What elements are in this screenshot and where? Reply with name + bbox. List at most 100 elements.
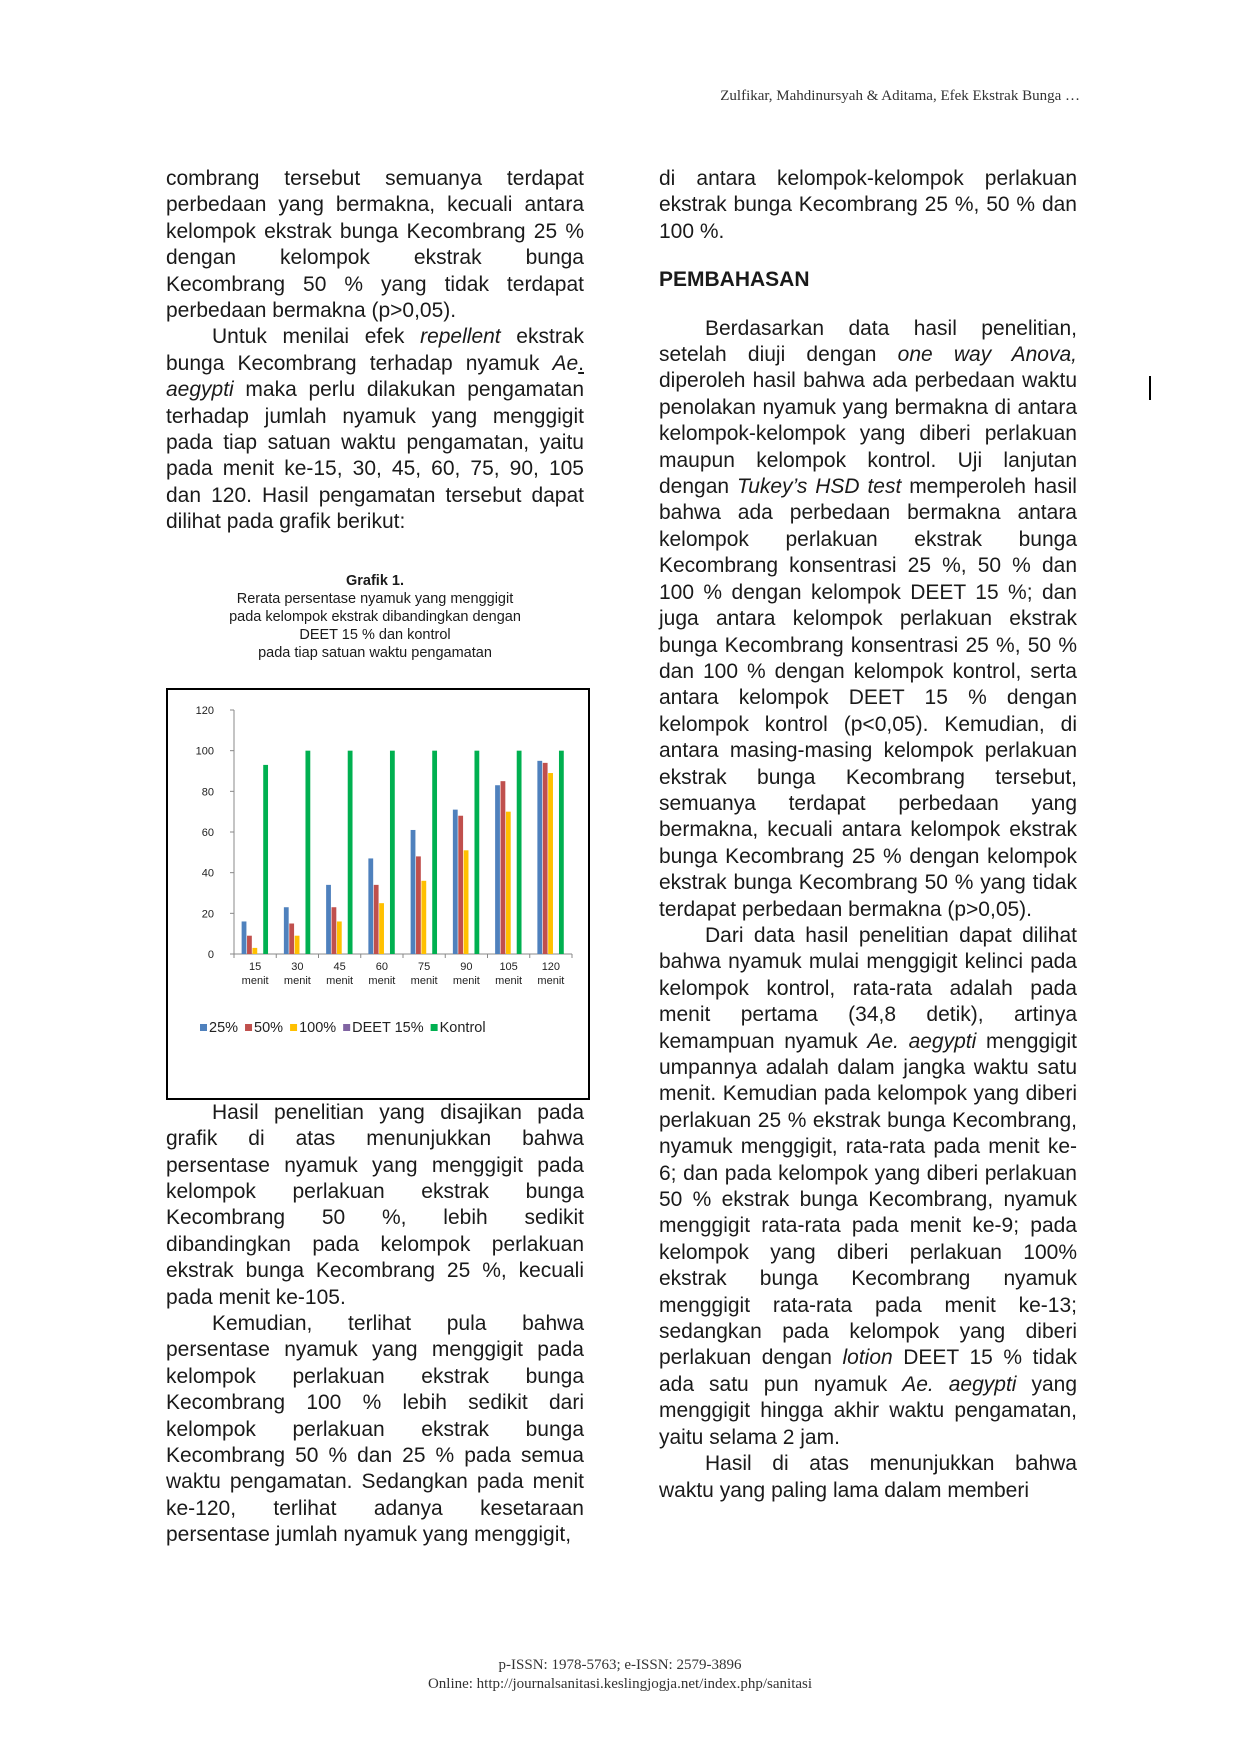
- right-paragraph-1: di antara kelompok-kelompok perlakuan ek…: [659, 167, 1077, 243]
- footer-url: Online: http://journalsanitasi.keslingjo…: [427, 1676, 813, 1692]
- italic-term: lotion: [842, 1346, 893, 1370]
- legend-swatch: [430, 1023, 438, 1031]
- italic-term: Tukey’s HSD test: [736, 475, 902, 499]
- bar: [474, 750, 480, 954]
- bar: [331, 906, 337, 954]
- x-tick-label: 15: [249, 961, 261, 973]
- right-paragraph-2: Berdasarkan data hasil penelitian, setel…: [659, 316, 1077, 923]
- italic-term: one way Anova,: [897, 343, 1077, 367]
- legend-label: 50%: [254, 1020, 283, 1036]
- bar: [283, 906, 289, 954]
- bar: [505, 811, 511, 954]
- bar: [347, 750, 353, 954]
- italic-term: Ae. aegypti: [902, 1372, 1017, 1396]
- figure-caption: Grafik 1. Rerata persentase nyamuk yang …: [166, 572, 584, 662]
- y-tick-label: 120: [196, 705, 214, 717]
- bar: [336, 921, 342, 954]
- bar: [500, 780, 506, 954]
- bar: [463, 849, 469, 954]
- bar: [410, 829, 416, 954]
- footer-issn: p-ISSN: 1978-5763; e-ISSN: 2579-3896: [498, 1657, 742, 1673]
- italic-term: Ae. aegypti: [867, 1029, 977, 1053]
- right-paragraph-3: Dari data hasil penelitian dapat dilihat…: [659, 923, 1077, 1451]
- figure-caption-line: Rerata persentase nyamuk yang menggigit: [236, 590, 514, 607]
- x-tick-label: 45: [334, 961, 346, 973]
- bar: [252, 947, 258, 954]
- left-paragraph-1: combrang tersebut semuanya terdapat perb…: [166, 167, 584, 323]
- x-tick-label: menit: [411, 975, 438, 987]
- x-tick-label: menit: [368, 975, 395, 987]
- bar: [542, 762, 548, 954]
- margin-change-bar: [1149, 376, 1151, 400]
- x-tick-label: 105: [499, 961, 517, 973]
- italic-term: aegypti: [166, 378, 234, 402]
- legend-swatch: [343, 1023, 351, 1031]
- running-head: Zulfikar, Mahdinursyah & Aditama, Efek E…: [720, 88, 1080, 104]
- legend-swatch: [200, 1023, 207, 1031]
- y-tick-label: 80: [202, 786, 214, 798]
- left-column: combrang tersebut semuanya terdapat perb…: [166, 166, 590, 1549]
- legend-label: DEET 15%: [352, 1020, 424, 1036]
- y-tick-label: 20: [202, 908, 214, 920]
- x-tick-label: 75: [418, 961, 430, 973]
- y-tick-label: 60: [202, 827, 214, 839]
- bar: [326, 884, 331, 954]
- bar: [416, 856, 421, 954]
- bar: [373, 884, 379, 954]
- legend-label: Kontrol: [440, 1020, 486, 1036]
- italic-term: repellent: [420, 325, 501, 349]
- y-tick-label: 40: [202, 867, 214, 879]
- bar-chart: 0 20 40 60 80 100 120 15 menit 30 menit 45 menit 60 me…: [166, 687, 590, 1100]
- text-run: maka perlu dilakukan pengamatan terhadap…: [166, 378, 584, 534]
- right-column: di antara kelompok-kelompok perlakuan ek…: [659, 166, 1077, 1504]
- x-tick-label: menit: [242, 975, 269, 987]
- bar: [458, 815, 464, 954]
- italic-term: Ae: [552, 351, 579, 375]
- x-tick-label: menit: [284, 975, 311, 987]
- x-tick-label: 120: [542, 961, 560, 973]
- bar: [537, 760, 543, 954]
- right-paragraph-4: Hasil di atas menunjukkan bahwa waktu ya…: [659, 1452, 1077, 1502]
- bar: [389, 750, 395, 954]
- text-run: menggigit umpannya adalah dalam jangka w…: [659, 1029, 1078, 1370]
- x-tick-label: 60: [376, 961, 388, 973]
- bar: [548, 772, 553, 954]
- bar: [263, 764, 269, 954]
- figure-label: Grafik 1.: [345, 572, 405, 589]
- legend-label: 100%: [299, 1020, 336, 1036]
- bar: [247, 935, 252, 954]
- bar: [452, 809, 458, 954]
- left-paragraph-2: Untuk menilai efek repellent ekstrak bun…: [166, 324, 584, 535]
- legend-swatch: [245, 1023, 253, 1031]
- underlined-dot: .: [578, 351, 584, 375]
- bar: [421, 880, 427, 954]
- legend-label: 25%: [209, 1020, 238, 1036]
- bar: [558, 750, 564, 954]
- x-tick-label: 30: [291, 961, 303, 973]
- left-paragraph-4: Kemudian, terlihat pula bahwa persentase…: [166, 1311, 584, 1547]
- x-tick-label: 90: [460, 961, 472, 973]
- x-tick-label: menit: [453, 975, 480, 987]
- text-run: Untuk menilai efek: [212, 325, 421, 349]
- bar: [379, 902, 384, 954]
- bar: [516, 750, 522, 954]
- x-tick-label: menit: [537, 975, 564, 987]
- x-tick-label: menit: [495, 975, 522, 987]
- left-paragraph-3: Hasil penelitian yang disajikan pada gra…: [166, 1100, 584, 1309]
- bar: [241, 921, 247, 954]
- figure-caption-line: pada tiap satuan waktu pengamatan: [258, 644, 492, 661]
- figure-caption-line: pada kelompok ekstrak dibandingkan denga…: [229, 608, 521, 625]
- bar: [495, 784, 500, 954]
- figure-caption-line: DEET 15 % dan kontrol: [299, 626, 451, 643]
- page-footer: p-ISSN: 1978-5763; e-ISSN: 2579-3896 Onl…: [0, 1656, 1240, 1694]
- y-tick-label: 100: [196, 745, 214, 757]
- bar: [368, 858, 374, 954]
- bar-chart-svg: 0 20 40 60 80 100 120 15 menit 30 menit 45 menit 60 me…: [196, 705, 573, 1036]
- section-heading: PEMBAHASAN: [659, 268, 810, 292]
- bar: [289, 923, 295, 954]
- bar: [294, 935, 300, 954]
- legend-swatch: [290, 1023, 298, 1031]
- x-tick-label: menit: [326, 975, 353, 987]
- text-run: memperoleh hasil bahwa ada perbedaan ber…: [659, 475, 1077, 921]
- bar: [305, 750, 311, 954]
